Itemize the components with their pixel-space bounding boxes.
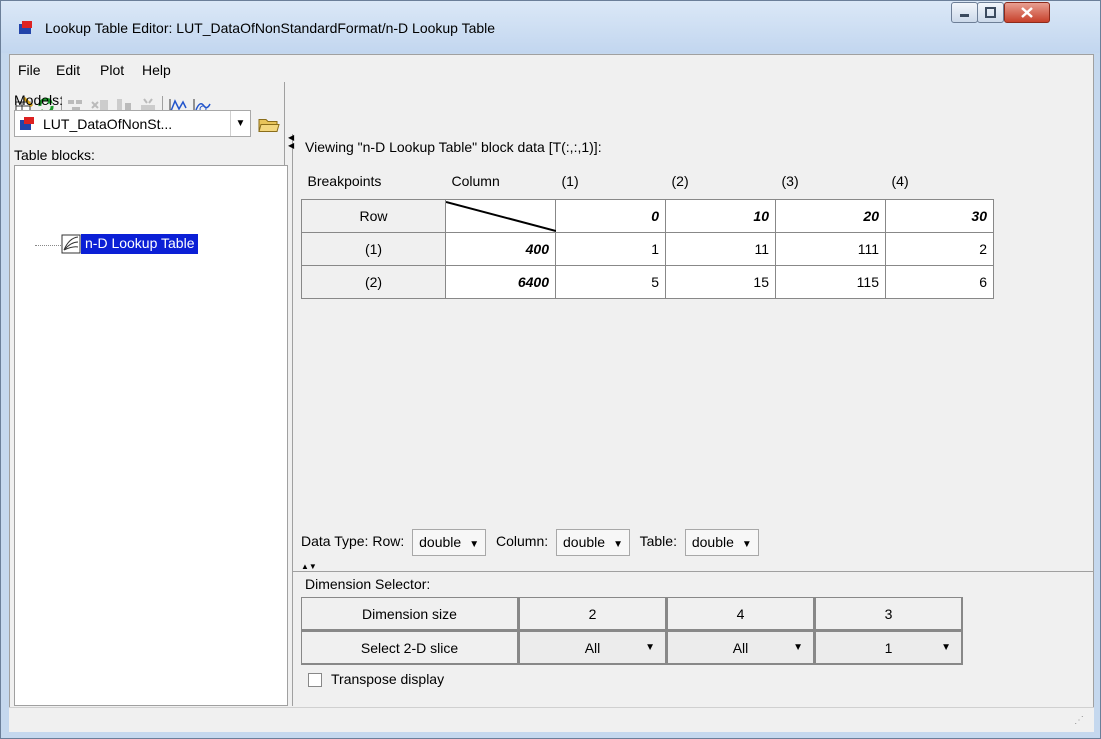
header-col-1: (1) (555, 163, 666, 199)
column-breakpoint-cell[interactable]: 0 (555, 198, 666, 233)
maximize-icon (985, 7, 996, 18)
chevron-down-icon: ▼ (941, 642, 951, 653)
header-breakpoints: Breakpoints (301, 163, 446, 199)
chevron-down-icon: ▼ (741, 539, 752, 550)
menu-help[interactable]: Help (142, 62, 171, 78)
row-index-label: (2) (301, 264, 446, 299)
table-type-value: double (691, 534, 734, 550)
menu-plot[interactable]: Plot (100, 62, 124, 78)
status-bar: ⋰ (9, 707, 1094, 732)
row-header-label: Row (301, 198, 446, 233)
viewing-label: Viewing "n-D Lookup Table" block data [T… (305, 139, 602, 155)
close-button[interactable] (1004, 2, 1050, 23)
lookup-data-grid: Breakpoints Column (1) (2) (3) (4) Row 0… (301, 163, 994, 299)
slice-select-value: All (732, 640, 749, 656)
header-col-2: (2) (665, 163, 776, 199)
header-col-4: (4) (885, 163, 994, 199)
minimize-icon (960, 14, 969, 17)
grid-header-row: Breakpoints Column (1) (2) (3) (4) (301, 163, 994, 199)
column-type-select[interactable]: double ▼ (556, 529, 630, 556)
select-slice-label: Select 2-D slice (301, 631, 519, 665)
row-index-label: (1) (301, 231, 446, 266)
app-window: Lookup Table Editor: LUT_DataOfNonStanda… (0, 0, 1101, 739)
title-bar: Lookup Table Editor: LUT_DataOfNonStanda… (1, 1, 1100, 53)
header-col-3: (3) (775, 163, 886, 199)
dimension-selector-label: Dimension Selector: (305, 576, 431, 592)
lookup-block-icon (61, 234, 81, 254)
close-icon (1021, 7, 1033, 18)
menu-file[interactable]: File (18, 62, 41, 78)
row-breakpoint-cell[interactable]: 6400 (445, 264, 556, 299)
slice-select-value: 1 (884, 640, 893, 656)
dimension-size-cell[interactable]: 3 (815, 597, 963, 631)
header-column: Column (445, 163, 556, 199)
models-label: Models: (14, 92, 64, 108)
open-folder-icon[interactable] (257, 112, 281, 137)
chevron-down-icon: ▼ (613, 539, 623, 550)
model-select-value: LUT_DataOfNonSt... (43, 116, 173, 132)
diagonal-divider (446, 200, 556, 232)
column-breakpoint-row: Row 0 10 20 30 (301, 198, 994, 233)
dimension-size-cell[interactable]: 4 (667, 597, 815, 631)
table-type-label: Table: (639, 533, 677, 550)
minimize-button[interactable] (951, 2, 978, 23)
table-value-cell[interactable]: 111 (775, 231, 886, 266)
row-type-value: double (419, 534, 462, 550)
table-row: (1) 400 1 11 111 2 (301, 231, 994, 266)
slice-select-value: All (584, 640, 601, 656)
grid-corner-cell (445, 198, 556, 233)
table-value-cell[interactable]: 115 (775, 264, 886, 299)
column-breakpoint-cell[interactable]: 10 (665, 198, 776, 233)
column-breakpoint-cell[interactable]: 30 (885, 198, 994, 233)
transpose-label: Transpose display (331, 671, 445, 687)
dimension-size-label: Dimension size (301, 597, 519, 631)
slice-select-3[interactable]: 1 ▼ (815, 631, 963, 665)
table-value-cell[interactable]: 6 (885, 264, 994, 299)
simulink-app-icon (19, 21, 32, 34)
resize-grip-icon[interactable]: ⋰ (1074, 715, 1084, 726)
pane-splitter[interactable] (292, 134, 293, 706)
maximize-button[interactable] (977, 2, 1004, 23)
table-value-cell[interactable]: 1 (555, 231, 666, 266)
column-type-label: Column: (495, 533, 549, 550)
chevron-down-icon: ▼ (645, 642, 655, 653)
column-type-value: double (563, 534, 606, 550)
splitter-up-down-icon[interactable]: ▲▼ (301, 563, 317, 571)
model-select[interactable]: LUT_DataOfNonSt... ▼ (14, 110, 251, 137)
horizontal-divider (293, 571, 1094, 572)
chevron-down-icon: ▼ (469, 539, 480, 550)
row-breakpoint-cell[interactable]: 400 (445, 231, 556, 266)
row-type-select[interactable]: double ▼ (412, 529, 487, 556)
window-title: Lookup Table Editor: LUT_DataOfNonStanda… (45, 20, 496, 36)
table-value-cell[interactable]: 15 (665, 264, 776, 299)
tree-connector (35, 245, 61, 246)
splitter-arrows-icon[interactable]: ◀ ◀ (288, 134, 294, 150)
row-type-label: Row: (372, 533, 405, 550)
table-value-cell[interactable]: 2 (885, 231, 994, 266)
slice-select-1[interactable]: All ▼ (519, 631, 667, 665)
table-value-cell[interactable]: 11 (665, 231, 776, 266)
table-value-cell[interactable]: 5 (555, 264, 666, 299)
menu-edit[interactable]: Edit (56, 62, 80, 78)
slice-select-2[interactable]: All ▼ (667, 631, 815, 665)
transpose-checkbox[interactable] (308, 673, 322, 687)
chevron-down-icon[interactable]: ▼ (230, 111, 250, 136)
column-breakpoint-cell[interactable]: 20 (775, 198, 886, 233)
table-blocks-label: Table blocks: (14, 147, 95, 163)
table-row: (2) 6400 5 15 115 6 (301, 264, 994, 299)
tree-item-lookup-table[interactable]: n-D Lookup Table (81, 234, 199, 254)
dimension-size-cell[interactable]: 2 (519, 597, 667, 631)
model-icon (20, 117, 34, 130)
data-type-bar: Data Type: Row: double ▼ Column: double ▼ … (301, 529, 765, 559)
data-type-label: Data Type: (301, 533, 369, 550)
table-type-select[interactable]: double ▼ (684, 529, 759, 556)
chevron-down-icon: ▼ (793, 642, 803, 653)
